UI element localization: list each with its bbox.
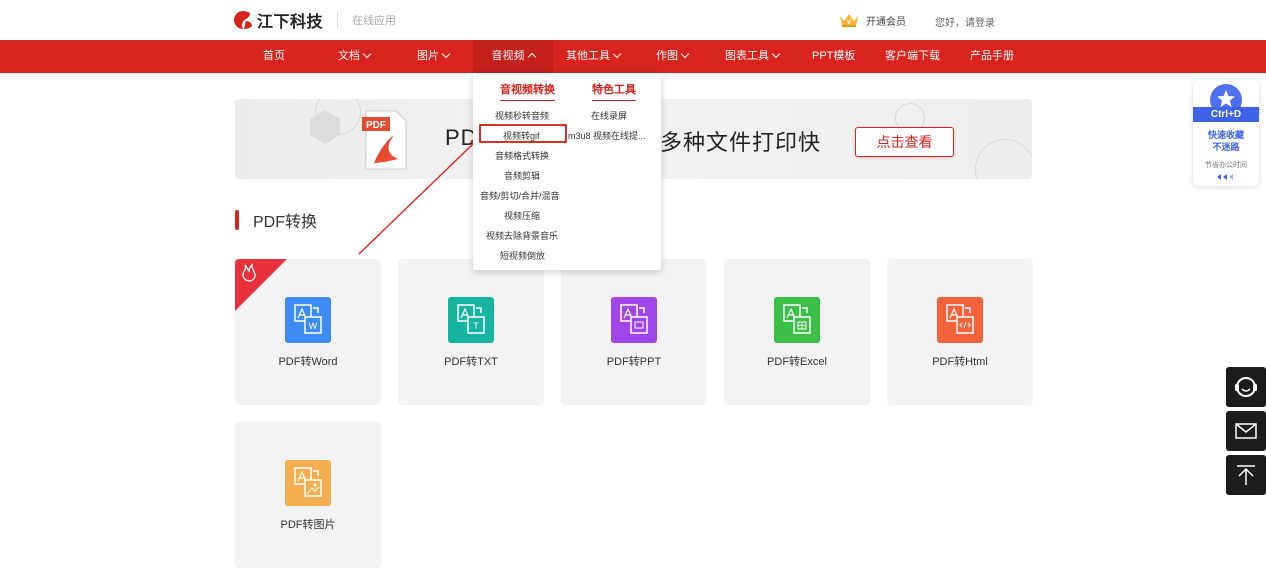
customer-service-button[interactable] xyxy=(1226,367,1266,407)
highlight-box xyxy=(479,124,567,143)
menu-item-audio-format[interactable]: 音频格式转换 xyxy=(495,149,549,162)
bookmark-line3: 节省办公时间 xyxy=(1205,162,1247,169)
menu-item-m3u8-extract[interactable]: m3u8 视频在线提... xyxy=(568,129,646,142)
dropdown-col2-title: 特色工具 xyxy=(592,81,636,101)
shortcut-label: Ctrl+D xyxy=(1193,107,1259,122)
back-to-top-icon xyxy=(1237,465,1255,485)
close-icon[interactable]: × xyxy=(1255,106,1260,116)
menu-item-screen-record[interactable]: 在线录屏 xyxy=(591,109,627,122)
menu-item-video-to-audio[interactable]: 视频秒转音频 xyxy=(495,109,549,122)
dropdown-col1-title: 音视频转换 xyxy=(500,81,555,101)
customer-service-icon xyxy=(1235,377,1257,397)
audio-video-dropdown: 音视频转换 特色工具 视频秒转音频 视频转gif 音频格式转换 音频剪辑 音频/… xyxy=(473,73,661,270)
arrows-icon xyxy=(1217,174,1233,180)
menu-item-audio-cut-merge[interactable]: 音频/剪切/合并/混音 xyxy=(480,189,560,202)
bookmark-line2: 不迷路 xyxy=(1212,142,1240,152)
mail-icon xyxy=(1235,423,1257,439)
bookmark-widget[interactable]: Ctrl+D 快速收藏 不迷路 节省办公时间 xyxy=(1193,80,1259,186)
menu-item-reverse-video[interactable]: 短视频倒放 xyxy=(500,249,545,262)
back-to-top-button[interactable] xyxy=(1226,455,1266,495)
menu-item-remove-bgm[interactable]: 视频去除背景音乐 xyxy=(486,229,558,242)
menu-item-video-compress[interactable]: 视频压缩 xyxy=(504,209,540,222)
menu-item-audio-edit[interactable]: 音频剪辑 xyxy=(504,169,540,182)
message-button[interactable] xyxy=(1226,411,1266,451)
